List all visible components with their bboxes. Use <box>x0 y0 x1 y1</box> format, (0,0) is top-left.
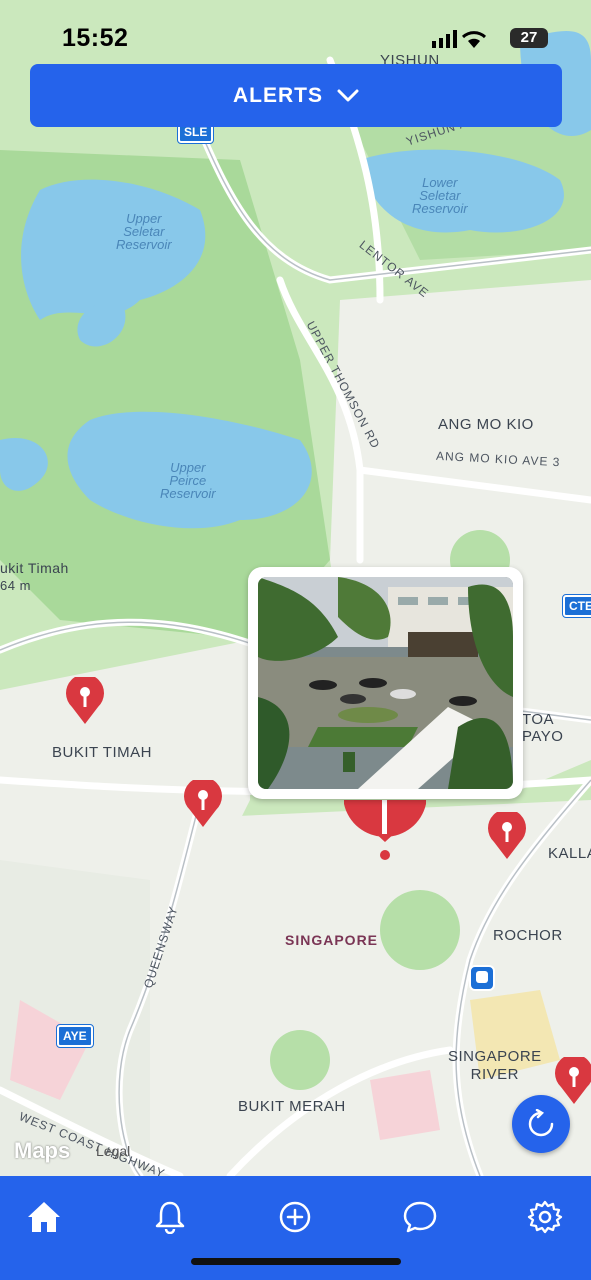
tab-settings[interactable] <box>520 1192 570 1242</box>
map-view[interactable]: Upper Seletar Reservoir Lower Seletar Re… <box>0 0 591 1176</box>
alert-photo-card[interactable] <box>248 567 523 799</box>
tab-home[interactable] <box>19 1192 69 1242</box>
home-indicator <box>191 1258 401 1265</box>
alert-pin-central[interactable] <box>182 780 224 828</box>
home-icon <box>28 1202 60 1232</box>
alert-pin-bukit-timah[interactable] <box>64 677 106 725</box>
gear-icon <box>527 1200 563 1234</box>
kallang-label: KALLA <box>548 845 591 862</box>
lower-seletar-label: Lower Seletar Reservoir <box>412 175 468 216</box>
bell-icon <box>155 1201 185 1234</box>
singapore-river-label: SINGAPORE RIVER <box>448 1048 542 1083</box>
status-bar: 15:52 27 <box>0 0 591 62</box>
toa-payoh-label: TOA PAYO <box>522 711 564 745</box>
upper-peirce-label: Upper Peirce Reservoir <box>160 460 216 501</box>
signal-wifi-icons <box>432 30 487 48</box>
apple-maps-logo: Maps <box>14 1138 71 1163</box>
alerts-dropdown[interactable]: ALERTS <box>30 64 562 127</box>
bukit-timah-label: BUKIT TIMAH <box>52 744 152 761</box>
status-time: 15:52 <box>62 24 129 52</box>
upper-seletar-label: Upper Seletar Reservoir <box>116 211 172 252</box>
chat-bubble-icon <box>403 1201 437 1233</box>
battery-indicator: 27 <box>510 28 548 48</box>
tab-chat[interactable] <box>395 1192 445 1242</box>
flood-photo[interactable] <box>258 577 513 789</box>
bukit-merah-label: BUKIT MERAH <box>238 1098 346 1115</box>
rochor-label: ROCHOR <box>493 927 563 944</box>
refresh-icon <box>528 1109 554 1137</box>
legal-link[interactable]: Legal <box>96 1143 130 1159</box>
tab-add[interactable] <box>270 1192 320 1242</box>
aye-shield: AYE <box>56 1024 94 1048</box>
ang-mo-kio-label: ANG MO KIO <box>438 416 534 433</box>
alerts-label: ALERTS <box>233 83 323 107</box>
refresh-button[interactable] <box>512 1095 570 1153</box>
bukit-timah-hill-elev: 64 m <box>0 578 31 593</box>
bukit-timah-hill-label: ukit Timah <box>0 560 69 576</box>
tab-notifications[interactable] <box>145 1192 195 1242</box>
alert-pin-kallang[interactable] <box>486 812 528 860</box>
alert-pin-singapore-river[interactable] <box>553 1057 591 1105</box>
cte-shield: CTE <box>562 594 591 618</box>
chevron-down-icon <box>337 89 359 101</box>
add-circle-icon <box>279 1201 311 1233</box>
singapore-label: SINGAPORE <box>285 932 379 948</box>
